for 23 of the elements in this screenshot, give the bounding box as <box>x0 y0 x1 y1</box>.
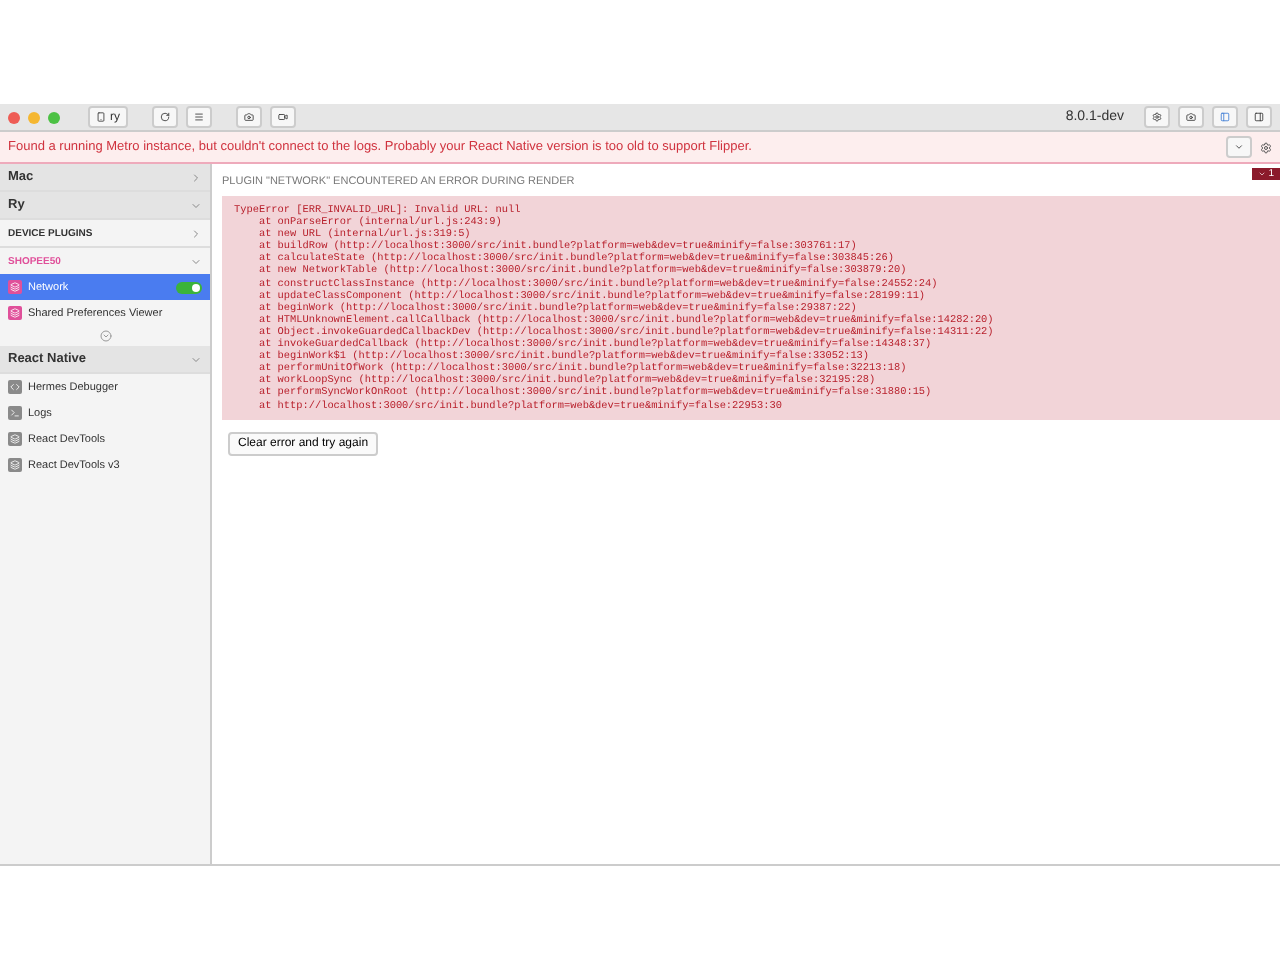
menu-icon <box>194 112 204 122</box>
expand-icon[interactable] <box>99 330 111 342</box>
left-panel-icon <box>1220 112 1230 122</box>
settings-icon[interactable] <box>1260 141 1272 153</box>
reload-button[interactable] <box>152 106 178 128</box>
video-camera-icon <box>278 112 288 122</box>
screenshot-button[interactable] <box>236 106 262 128</box>
record-button[interactable] <box>270 106 296 128</box>
reload-icon <box>160 112 170 122</box>
close-icon[interactable] <box>8 111 20 123</box>
settings-button[interactable] <box>1144 106 1170 128</box>
maximize-icon[interactable] <box>48 111 60 123</box>
toggle-switch[interactable] <box>176 281 202 293</box>
menu-button[interactable] <box>186 106 212 128</box>
camera-button[interactable] <box>1178 106 1204 128</box>
right-panel-icon <box>1254 112 1264 122</box>
left-panel-button[interactable] <box>1212 106 1238 128</box>
right-panel-button[interactable] <box>1246 106 1272 128</box>
chevron-icon <box>1234 142 1244 152</box>
phone-icon <box>96 112 106 122</box>
camera-icon <box>1186 112 1196 122</box>
camera-icon <box>244 112 254 122</box>
settings-icon <box>1152 112 1162 122</box>
